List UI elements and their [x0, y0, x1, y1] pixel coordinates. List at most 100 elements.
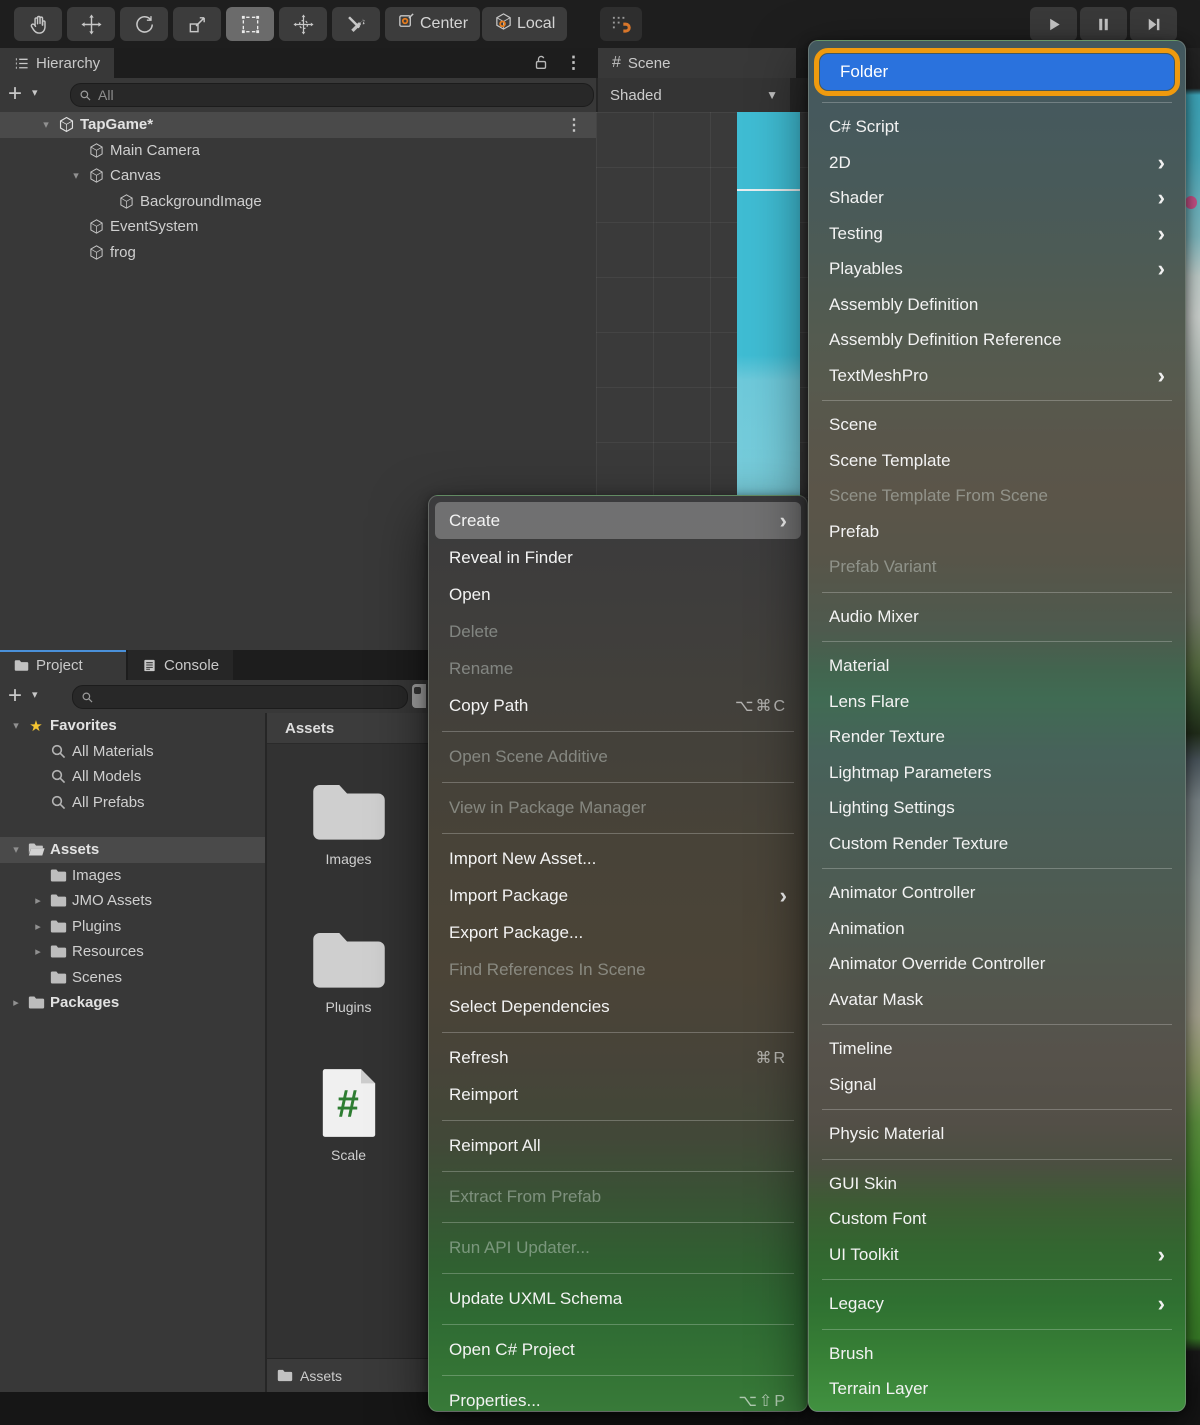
menu-item-playables[interactable]: Playables›: [809, 252, 1185, 288]
hierarchy-more-options-button[interactable]: ⋮: [565, 53, 582, 73]
menu-item-reveal-in-finder[interactable]: Reveal in Finder: [429, 539, 807, 576]
lock-icon[interactable]: [532, 53, 550, 77]
step-button[interactable]: [1130, 7, 1177, 41]
chevron-right-icon[interactable]: ▸: [28, 945, 48, 958]
project-search-input[interactable]: [98, 688, 399, 706]
tree-item-plugins[interactable]: ▸Plugins: [0, 914, 265, 940]
chevron-right-icon[interactable]: ▸: [6, 996, 26, 1009]
menu-item-import-package[interactable]: Import Package›: [429, 877, 807, 914]
asset-images[interactable]: Images: [274, 771, 424, 919]
menu-item-textmeshpro[interactable]: TextMeshPro›: [809, 358, 1185, 394]
tree-item-jmo-assets[interactable]: ▸JMO Assets: [0, 888, 265, 914]
chevron-down-icon[interactable]: ▾: [36, 118, 56, 131]
menu-item-scene[interactable]: Scene: [809, 408, 1185, 444]
menu-item-animator-override-controller[interactable]: Animator Override Controller: [809, 947, 1185, 983]
tree-item-all-materials[interactable]: All Materials: [0, 739, 265, 765]
hierarchy-search-input[interactable]: [96, 86, 585, 104]
menu-item-open-c-project[interactable]: Open C# Project: [429, 1331, 807, 1368]
menu-item-create[interactable]: Create›: [435, 502, 801, 539]
move-tool-button[interactable]: [67, 7, 115, 41]
hierarchy-search[interactable]: [70, 83, 594, 107]
menu-item-shader[interactable]: Shader›: [809, 181, 1185, 217]
chevron-right-icon[interactable]: ▸: [28, 894, 48, 907]
scale-tool-button[interactable]: [173, 7, 221, 41]
grid-snap-toggle[interactable]: [600, 7, 642, 41]
project-add-button[interactable]: +: [8, 682, 22, 710]
tree-item-main-camera[interactable]: Main Camera: [0, 138, 596, 164]
shading-mode-dropdown[interactable]: Shaded ▼: [598, 78, 790, 112]
menu-item-refresh[interactable]: Refresh⌘R: [429, 1039, 807, 1076]
menu-item-reimport-all[interactable]: Reimport All: [429, 1127, 807, 1164]
menu-item-assembly-definition-reference[interactable]: Assembly Definition Reference: [809, 323, 1185, 359]
hand-tool-button[interactable]: [14, 7, 62, 41]
menu-item-lens-flare[interactable]: Lens Flare: [809, 684, 1185, 720]
menu-item-2d[interactable]: 2D›: [809, 145, 1185, 181]
menu-item-testing[interactable]: Testing›: [809, 216, 1185, 252]
menu-item-copy-path[interactable]: Copy Path⌥⌘C: [429, 687, 807, 724]
menu-item-import-new-asset[interactable]: Import New Asset...: [429, 840, 807, 877]
pivot-local-button[interactable]: Local: [482, 7, 567, 41]
menu-item-reimport[interactable]: Reimport: [429, 1076, 807, 1113]
hidden-assets-toggle-icon[interactable]: [412, 684, 426, 708]
menu-item-assembly-definition[interactable]: Assembly Definition: [809, 287, 1185, 323]
transform-tool-button[interactable]: [279, 7, 327, 41]
menu-item-select-dependencies[interactable]: Select Dependencies: [429, 988, 807, 1025]
tab-console[interactable]: Console: [128, 650, 233, 680]
menu-item-folder[interactable]: Folder: [820, 54, 1174, 90]
tab-project[interactable]: Project: [0, 650, 126, 680]
menu-item-material[interactable]: Material: [809, 649, 1185, 685]
hierarchy-add-button[interactable]: +: [8, 80, 22, 108]
rotate-tool-button[interactable]: [120, 7, 168, 41]
tree-item-backgroundimage[interactable]: BackgroundImage: [0, 189, 596, 215]
menu-item-properties[interactable]: Properties...⌥⇧P: [429, 1382, 807, 1419]
menu-item-signal[interactable]: Signal: [809, 1067, 1185, 1103]
tab-hierarchy[interactable]: Hierarchy: [0, 48, 114, 78]
asset-scale[interactable]: #Scale: [274, 1067, 424, 1215]
tab-scene[interactable]: # Scene: [598, 48, 796, 78]
tree-item-tapgame[interactable]: ▾TapGame*⋮: [0, 112, 596, 138]
menu-item-scene-template[interactable]: Scene Template: [809, 443, 1185, 479]
chevron-down-icon[interactable]: ▾: [6, 843, 26, 856]
menu-item-terrain-layer[interactable]: Terrain Layer: [809, 1372, 1185, 1408]
menu-item-custom-font[interactable]: Custom Font: [809, 1202, 1185, 1238]
chevron-down-icon[interactable]: ▾: [66, 169, 86, 182]
menu-item-animator-controller[interactable]: Animator Controller: [809, 876, 1185, 912]
tree-item-assets[interactable]: ▾Assets: [0, 837, 265, 863]
menu-item-gui-skin[interactable]: GUI Skin: [809, 1166, 1185, 1202]
tree-item-images[interactable]: Images: [0, 863, 265, 889]
custom-tools-button[interactable]: [332, 7, 380, 41]
hierarchy-add-caret-icon[interactable]: ▾: [32, 86, 38, 99]
menu-item-avatar-mask[interactable]: Avatar Mask: [809, 982, 1185, 1018]
menu-item-lightmap-parameters[interactable]: Lightmap Parameters: [809, 755, 1185, 791]
chevron-right-icon[interactable]: ▸: [28, 920, 48, 933]
tree-item-eventsystem[interactable]: EventSystem: [0, 214, 596, 240]
project-add-caret-icon[interactable]: ▾: [32, 688, 38, 701]
menu-item-update-uxml-schema[interactable]: Update UXML Schema: [429, 1280, 807, 1317]
play-button[interactable]: [1030, 7, 1077, 41]
item-more-options-button[interactable]: ⋮: [566, 115, 596, 135]
menu-item-brush[interactable]: Brush: [809, 1336, 1185, 1372]
pivot-center-button[interactable]: Center: [385, 7, 480, 41]
menu-item-custom-render-texture[interactable]: Custom Render Texture: [809, 826, 1185, 862]
tree-item-packages[interactable]: ▸Packages: [0, 990, 265, 1016]
tree-item-frog[interactable]: frog: [0, 240, 596, 266]
pause-button[interactable]: [1080, 7, 1127, 41]
menu-item-audio-mixer[interactable]: Audio Mixer: [809, 599, 1185, 635]
menu-item-legacy[interactable]: Legacy›: [809, 1287, 1185, 1323]
project-search[interactable]: [72, 685, 408, 709]
menu-item-prefab[interactable]: Prefab: [809, 514, 1185, 550]
menu-item-lighting-settings[interactable]: Lighting Settings: [809, 791, 1185, 827]
tree-item-scenes[interactable]: Scenes: [0, 965, 265, 991]
menu-item-physic-material[interactable]: Physic Material: [809, 1117, 1185, 1153]
tree-item-all-models[interactable]: All Models: [0, 764, 265, 790]
menu-item-export-package[interactable]: Export Package...: [429, 914, 807, 951]
tree-item-canvas[interactable]: ▾Canvas: [0, 163, 596, 189]
asset-plugins[interactable]: Plugins: [274, 919, 424, 1067]
rect-tool-button[interactable]: [226, 7, 274, 41]
menu-item-open[interactable]: Open: [429, 576, 807, 613]
tree-item-all-prefabs[interactable]: All Prefabs: [0, 790, 265, 816]
menu-item-animation[interactable]: Animation: [809, 911, 1185, 947]
menu-item-render-texture[interactable]: Render Texture: [809, 720, 1185, 756]
tree-item-favorites[interactable]: ▾★Favorites: [0, 713, 265, 739]
menu-item-ui-toolkit[interactable]: UI Toolkit›: [809, 1237, 1185, 1273]
